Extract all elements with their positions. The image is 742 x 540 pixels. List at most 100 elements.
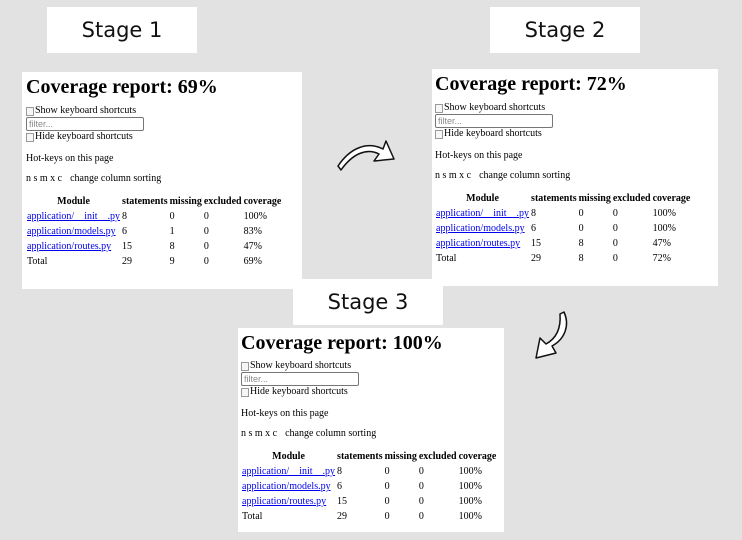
broken-image-icon	[26, 106, 34, 116]
sort-statements-header[interactable]: statements	[336, 450, 384, 464]
sort-coverage-header[interactable]: coverage	[458, 450, 498, 464]
sort-excluded-header[interactable]: excluded	[203, 195, 243, 209]
sort-excluded-header[interactable]: excluded	[418, 450, 458, 464]
hide-shortcuts-alt-text: Hide keyboard shortcuts	[444, 128, 542, 139]
excluded-cell: 0	[612, 238, 618, 249]
table-header-row: Module statements missing excluded coverage	[26, 195, 282, 209]
hotkeys-description: change column sorting	[70, 173, 162, 184]
excluded-cell: 0	[418, 466, 424, 477]
hotkeys-keys: n s m x c	[435, 170, 472, 181]
sort-statements-header[interactable]: statements	[121, 195, 169, 209]
statements-cell: 15	[122, 241, 133, 252]
hide-keyboard-shortcuts-button[interactable]: Hide keyboard shortcuts	[435, 128, 715, 140]
module-cell: application/models.py	[435, 221, 530, 236]
broken-image-icon	[241, 361, 249, 371]
excluded-cell: 0	[203, 211, 209, 222]
sort-coverage-header[interactable]: coverage	[243, 195, 283, 209]
module-cell: application/__init__.py	[241, 464, 336, 479]
hotkeys-sort-line: n s m x c change column sorting	[435, 170, 715, 182]
total-coverage-cell: 72%	[652, 253, 671, 264]
missing-cell: 8	[169, 241, 175, 252]
statements-cell: 15	[531, 238, 542, 249]
hotkeys-keys: n s m x c	[241, 428, 278, 439]
hotkeys-heading: Hot-keys on this page	[435, 150, 523, 161]
table-row: application/models.py 6 0 0 100%	[241, 479, 497, 494]
total-row: Total 29 8 0 72%	[435, 251, 691, 266]
coverage-cell: 100%	[243, 211, 267, 222]
missing-cell: 0	[384, 481, 390, 492]
table-row: application/models.py 6 1 0 83%	[26, 224, 282, 239]
hotkeys-description: change column sorting	[285, 428, 377, 439]
total-row: Total 29 0 0 100%	[241, 509, 497, 524]
total-excluded-cell: 0	[203, 256, 209, 267]
module-link[interactable]: application/models.py	[436, 223, 525, 234]
stage-2-panel: Coverage report: 72% Show keyboard short…	[432, 69, 718, 286]
module-cell: application/routes.py	[435, 236, 530, 251]
total-module-cell: Total	[27, 256, 48, 267]
curved-arrow-down-icon	[535, 311, 568, 359]
sort-statements-header[interactable]: statements	[530, 192, 578, 206]
module-link[interactable]: application/__init__.py	[436, 208, 529, 219]
total-statements-cell: 29	[337, 511, 348, 522]
module-cell: application/routes.py	[241, 494, 336, 509]
table-row: application/__init__.py 8 0 0 100%	[26, 209, 282, 224]
module-cell: application/routes.py	[26, 239, 121, 254]
sort-module-header[interactable]: Module	[435, 192, 530, 206]
hotkeys-sort-line: n s m x c change column sorting	[241, 428, 501, 440]
module-link[interactable]: application/routes.py	[436, 238, 520, 249]
page-title: Coverage report: 72%	[435, 73, 627, 95]
table-row: application/__init__.py 8 0 0 100%	[241, 464, 497, 479]
sort-missing-header[interactable]: missing	[384, 450, 418, 464]
filter-input[interactable]	[435, 114, 553, 128]
module-link[interactable]: application/routes.py	[27, 241, 111, 252]
missing-cell: 0	[578, 223, 584, 234]
broken-image-icon	[241, 387, 249, 397]
page-title: Coverage report: 69%	[26, 76, 218, 98]
module-link[interactable]: application/__init__.py	[27, 211, 120, 222]
coverage-cell: 100%	[458, 466, 482, 477]
table-row: application/__init__.py 8 0 0 100%	[435, 206, 691, 221]
stage-1-panel: Coverage report: 69% Show keyboard short…	[22, 72, 302, 289]
sort-coverage-header[interactable]: coverage	[652, 192, 692, 206]
stage-1-label: Stage 1	[47, 7, 197, 53]
total-excluded-cell: 0	[612, 253, 618, 264]
filter-input[interactable]	[241, 372, 359, 386]
table-row: application/models.py 6 0 0 100%	[435, 221, 691, 236]
curved-arrow-right-icon	[337, 140, 395, 171]
module-link[interactable]: application/__init__.py	[242, 466, 335, 477]
sort-missing-header[interactable]: missing	[169, 195, 203, 209]
sort-missing-header[interactable]: missing	[578, 192, 612, 206]
total-missing-cell: 9	[169, 256, 175, 267]
total-module-cell: Total	[242, 511, 263, 522]
filter-input[interactable]	[26, 117, 144, 131]
show-shortcuts-alt-text: Show keyboard shortcuts	[444, 102, 546, 113]
sort-excluded-header[interactable]: excluded	[612, 192, 652, 206]
hide-shortcuts-alt-text: Hide keyboard shortcuts	[250, 386, 348, 397]
show-keyboard-shortcuts-button[interactable]: Show keyboard shortcuts	[435, 102, 715, 114]
missing-cell: 0	[384, 466, 390, 477]
total-row: Total 29 9 0 69%	[26, 254, 282, 269]
hide-keyboard-shortcuts-button[interactable]: Hide keyboard shortcuts	[241, 386, 501, 398]
hotkeys-heading: Hot-keys on this page	[241, 408, 329, 419]
module-link[interactable]: application/models.py	[27, 226, 116, 237]
show-keyboard-shortcuts-button[interactable]: Show keyboard shortcuts	[26, 105, 298, 117]
statements-cell: 8	[122, 211, 128, 222]
excluded-cell: 0	[203, 226, 209, 237]
coverage-cell: 100%	[458, 496, 482, 507]
module-link[interactable]: application/models.py	[242, 481, 331, 492]
total-missing-cell: 8	[578, 253, 584, 264]
broken-image-icon	[26, 132, 34, 142]
sort-module-header[interactable]: Module	[26, 195, 121, 209]
module-link[interactable]: application/routes.py	[242, 496, 326, 507]
sort-module-header[interactable]: Module	[241, 450, 336, 464]
hide-keyboard-shortcuts-button[interactable]: Hide keyboard shortcuts	[26, 131, 298, 143]
missing-cell: 1	[169, 226, 175, 237]
hide-shortcuts-alt-text: Hide keyboard shortcuts	[35, 131, 133, 142]
excluded-cell: 0	[612, 208, 618, 219]
excluded-cell: 0	[203, 241, 209, 252]
total-coverage-cell: 69%	[243, 256, 262, 267]
total-missing-cell: 0	[384, 511, 390, 522]
coverage-table: Module statements missing excluded coverage …	[241, 450, 497, 524]
show-keyboard-shortcuts-button[interactable]: Show keyboard shortcuts	[241, 360, 501, 372]
stage-3-panel: Coverage report: 100% Show keyboard shor…	[238, 328, 504, 532]
